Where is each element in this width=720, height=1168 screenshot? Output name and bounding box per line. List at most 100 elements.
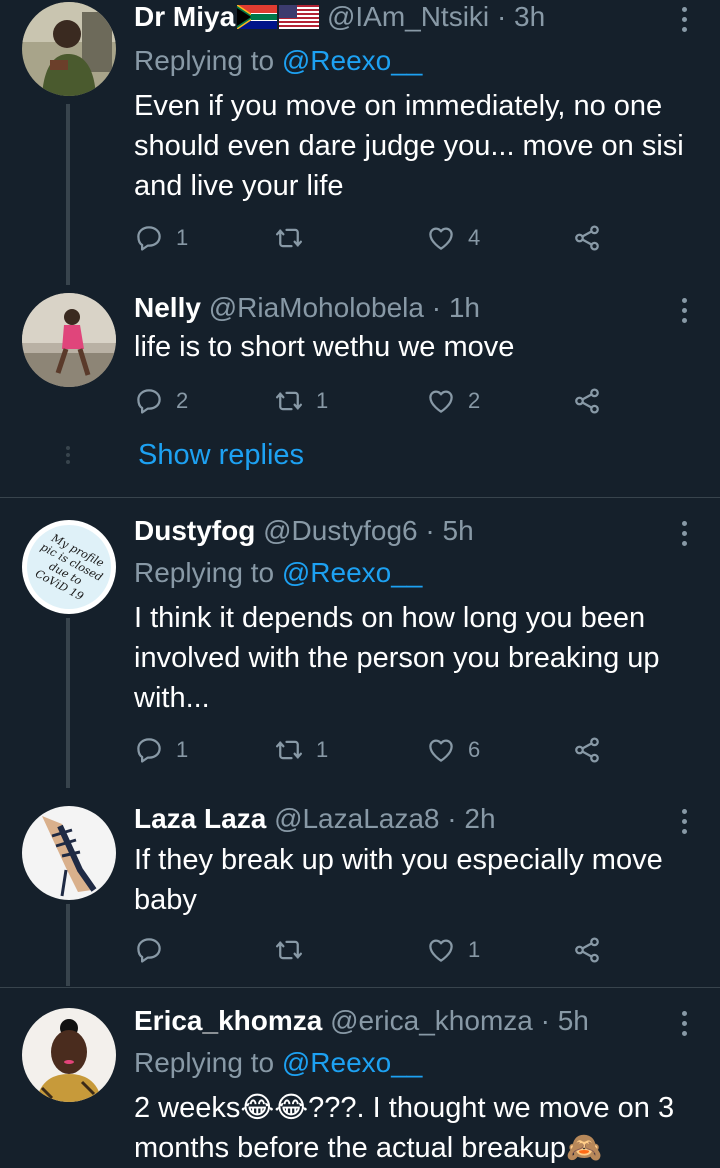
share-icon [572, 223, 602, 253]
share-icon [572, 386, 602, 416]
share-icon [572, 935, 602, 965]
south-africa-flag-icon [237, 5, 278, 29]
like-icon [426, 223, 456, 253]
avatar[interactable] [22, 293, 116, 387]
avatar[interactable] [22, 2, 116, 96]
tweet-actions: 1 1 6 [134, 732, 614, 768]
display-name[interactable]: Erica_khomza [134, 1005, 322, 1036]
reply-button[interactable]: 2 [134, 383, 188, 419]
reply-count: 1 [176, 737, 189, 762]
handle[interactable]: @LazaLaza8 [274, 803, 439, 834]
reply-count: 1 [176, 225, 189, 250]
usa-flag-icon [279, 5, 320, 29]
like-button[interactable]: 1 [426, 932, 480, 968]
reply-button[interactable] [134, 932, 176, 968]
share-button[interactable] [572, 383, 602, 419]
tweet-header: Nelly @RiaMoholobela · 1h [134, 291, 480, 325]
replying-to-handle[interactable]: @Reexo__ [282, 1047, 423, 1078]
tweet-header: Dr Miya @IAm_Ntsiki · 3h [134, 0, 545, 34]
more-icon[interactable] [676, 804, 692, 838]
reply-button[interactable]: 1 [134, 220, 188, 256]
separator: · [540, 1005, 550, 1036]
thread-line [66, 104, 70, 285]
more-icon[interactable] [676, 293, 692, 327]
display-name[interactable]: Nelly [134, 292, 201, 323]
more-icon[interactable] [676, 2, 692, 36]
reply-icon [134, 735, 164, 765]
like-count: 1 [468, 937, 481, 962]
handle[interactable]: @erica_khomza [330, 1005, 533, 1036]
tweet-actions: 1 [134, 932, 614, 968]
tweet-actions: 1 4 [134, 220, 614, 256]
timestamp[interactable]: 2h [464, 803, 495, 834]
replying-to-label: Replying to [134, 1047, 275, 1078]
thread-line [66, 904, 70, 986]
retweet-button[interactable] [274, 932, 316, 968]
tweet-nelly[interactable]: Nelly @RiaMoholobela · 1h life is to sho… [0, 285, 720, 497]
handle[interactable]: @RiaMoholobela [209, 292, 424, 323]
timestamp[interactable]: 3h [514, 1, 545, 32]
tweet-text: life is to short wethu we move [134, 331, 515, 363]
avatar[interactable] [22, 1008, 116, 1102]
timestamp[interactable]: 5h [558, 1005, 589, 1036]
tweet-header: Dustyfog @Dustyfog6 · 5h [134, 514, 474, 548]
separator: · [425, 515, 435, 546]
replying-to: Replying to @Reexo__ [134, 556, 422, 590]
replying-to-handle[interactable]: @Reexo__ [282, 557, 423, 588]
like-button[interactable]: 4 [426, 220, 480, 256]
replying-to-label: Replying to [134, 45, 275, 76]
separator: · [447, 803, 457, 834]
avatar[interactable] [22, 806, 116, 900]
tweet-header: Laza Laza @LazaLaza8 · 2h [134, 802, 496, 836]
share-button[interactable] [572, 732, 602, 768]
more-icon[interactable] [676, 1006, 692, 1040]
reply-count: 2 [176, 388, 189, 413]
tweet-text: If they break up with you especially mov… [134, 844, 663, 916]
retweet-count: 1 [316, 388, 329, 413]
like-button[interactable]: 2 [426, 383, 480, 419]
tweet-dr-miya[interactable]: Dr Miya @IAm_Ntsiki · 3h Replying to @Re… [0, 0, 720, 285]
retweet-button[interactable]: 1 [274, 383, 328, 419]
thread-line [66, 618, 70, 788]
like-count: 6 [468, 737, 481, 762]
share-button[interactable] [572, 220, 602, 256]
tweet-erica-khomza[interactable]: Erica_khomza @erica_khomza · 5h Replying… [0, 988, 720, 1168]
retweet-icon [274, 386, 304, 416]
replying-to-label: Replying to [134, 557, 275, 588]
display-name[interactable]: Dustyfog [134, 515, 255, 546]
avatar[interactable]: My profile pic is closed due to CoViD 19 [22, 520, 116, 614]
reply-button[interactable]: 1 [134, 732, 188, 768]
timestamp[interactable]: 5h [443, 515, 474, 546]
reply-icon [134, 386, 164, 416]
reply-icon [134, 223, 164, 253]
thread-dots [66, 443, 70, 467]
retweet-icon [274, 223, 304, 253]
tweet-laza-laza[interactable]: Laza Laza @LazaLaza8 · 2h If they break … [0, 788, 720, 986]
like-icon [426, 935, 456, 965]
handle[interactable]: @Dustyfog6 [263, 515, 418, 546]
retweet-count: 1 [316, 737, 329, 762]
share-button[interactable] [572, 932, 602, 968]
separator: · [431, 292, 442, 323]
more-icon[interactable] [676, 516, 692, 550]
tweet-text: Even if you move on immediately, no one … [134, 90, 684, 202]
handle[interactable]: @IAm_Ntsiki [327, 1, 489, 32]
timestamp[interactable]: 1h [449, 292, 480, 323]
retweet-icon [274, 735, 304, 765]
show-replies-link[interactable]: Show replies [138, 439, 304, 472]
replying-to: Replying to @Reexo__ [134, 44, 422, 78]
tweet-text: I think it depends on how long you been … [134, 602, 660, 714]
tweet-dustyfog[interactable]: My profile pic is closed due to CoViD 19… [0, 498, 720, 788]
like-icon [426, 386, 456, 416]
like-icon [426, 735, 456, 765]
retweet-icon [274, 935, 304, 965]
display-name[interactable]: Laza Laza [134, 803, 266, 834]
reply-icon [134, 935, 164, 965]
retweet-button[interactable] [274, 220, 316, 256]
tweet-actions: 2 1 2 [134, 383, 614, 419]
display-name[interactable]: Dr Miya [134, 1, 235, 32]
tweet-header: Erica_khomza @erica_khomza · 5h [134, 1004, 589, 1038]
replying-to-handle[interactable]: @Reexo__ [282, 45, 423, 76]
like-button[interactable]: 6 [426, 732, 480, 768]
retweet-button[interactable]: 1 [274, 732, 328, 768]
